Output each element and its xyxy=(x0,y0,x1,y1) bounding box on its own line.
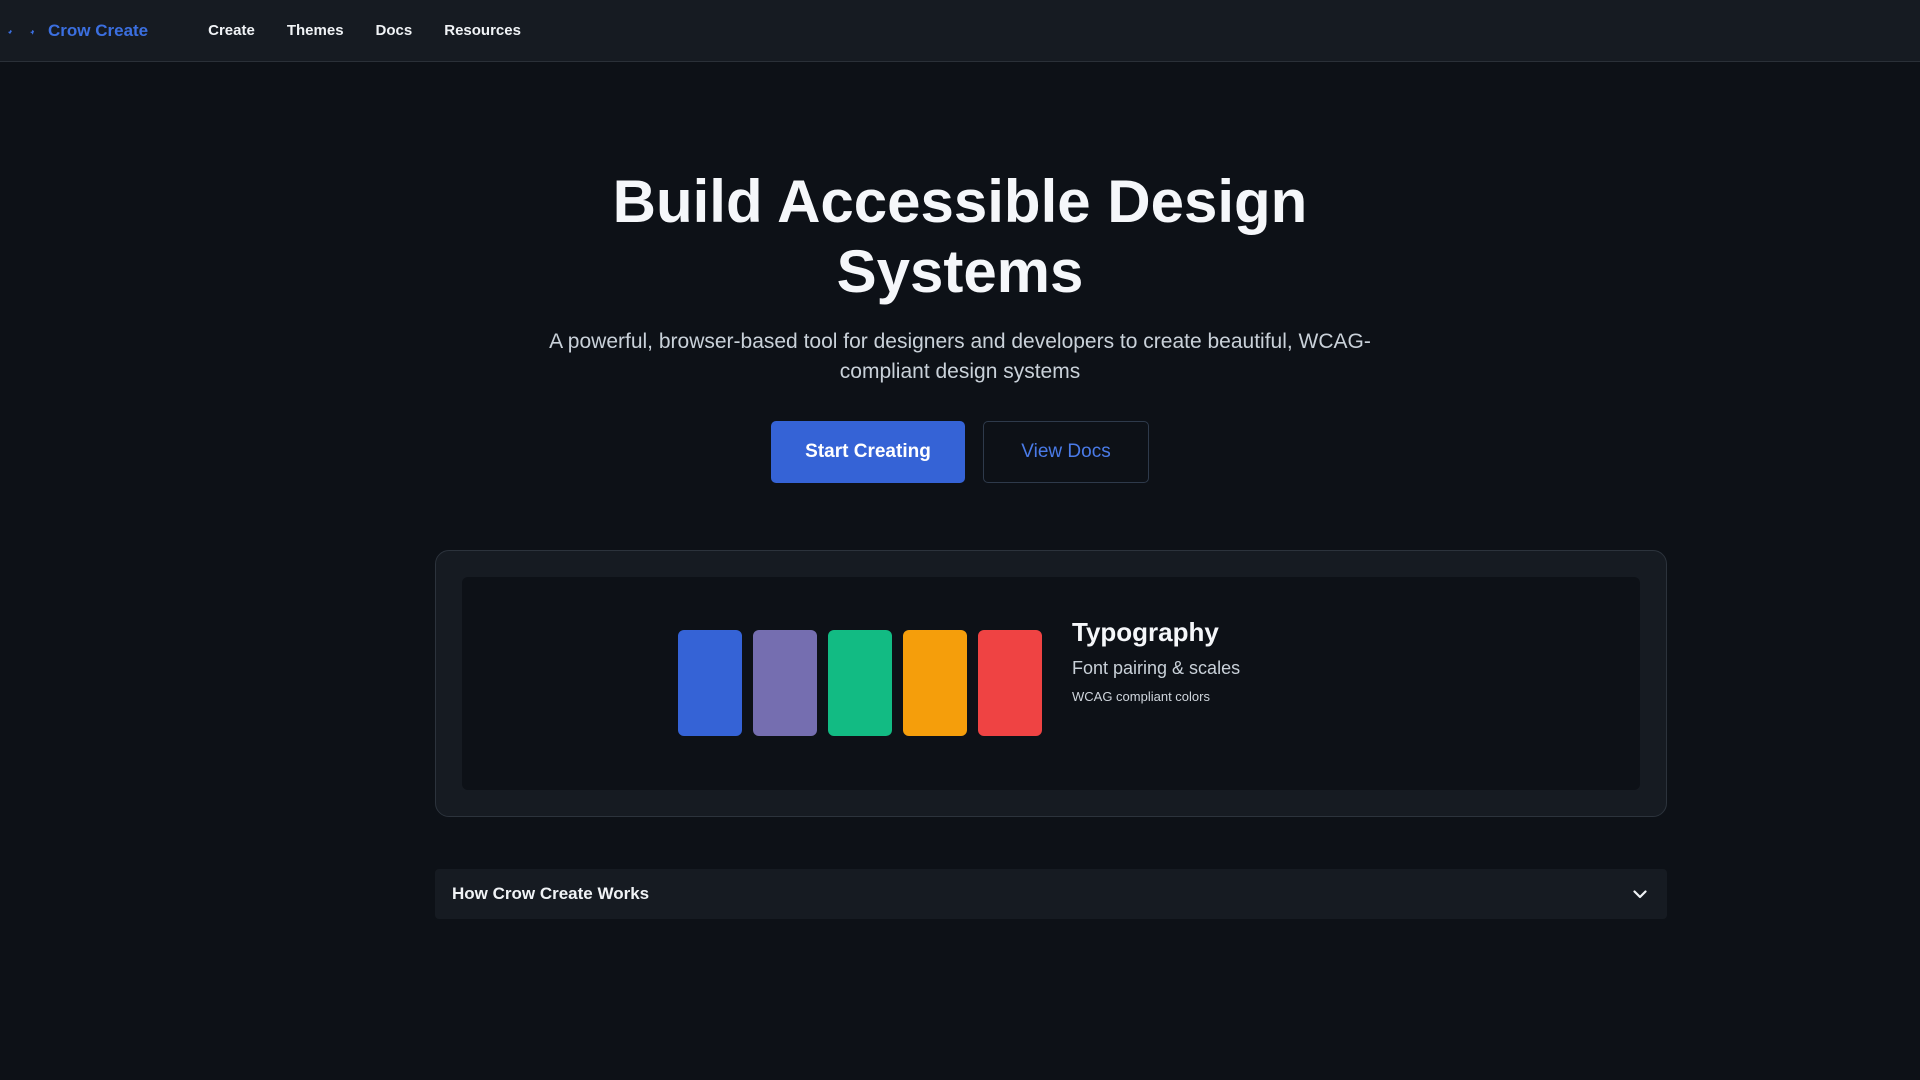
hero-title: Build Accessible Design Systems xyxy=(612,168,1308,305)
color-swatch-red xyxy=(978,630,1042,736)
chevron-down-icon xyxy=(1631,885,1649,903)
nav-item-docs[interactable]: Docs xyxy=(360,0,429,62)
typography-note: WCAG compliant colors xyxy=(1072,689,1210,704)
hero-section: Build Accessible Design Systems A powerf… xyxy=(0,62,1920,483)
hero-actions: Start Creating View Docs xyxy=(0,421,1920,483)
typography-subtitle: Font pairing & scales xyxy=(1072,658,1241,678)
color-swatch-blue xyxy=(678,630,742,736)
hero-subtitle: A powerful, browser-based tool for desig… xyxy=(549,330,1371,383)
nav-item-resources[interactable]: Resources xyxy=(428,0,537,62)
view-docs-button[interactable]: View Docs xyxy=(983,421,1149,483)
how-it-works-accordion[interactable]: How Crow Create Works xyxy=(435,869,1667,919)
design-preview-card: Typography Font pairing & scales WCAG co… xyxy=(435,550,1667,817)
nav-item-create[interactable]: Create xyxy=(192,0,271,62)
brand-link[interactable]: Crow Create xyxy=(4,20,148,42)
typography-sample: Typography Font pairing & scales WCAG co… xyxy=(1072,617,1240,704)
color-swatch-purple xyxy=(753,630,817,736)
main-nav: Create Themes Docs Resources xyxy=(192,0,537,62)
color-swatch-green xyxy=(828,630,892,736)
color-swatch-amber xyxy=(903,630,967,736)
typography-title: Typography xyxy=(1072,617,1219,647)
top-navbar: Crow Create Create Themes Docs Resources xyxy=(0,0,1920,62)
crow-logo-icon xyxy=(4,20,46,42)
color-swatches xyxy=(678,630,1042,736)
start-creating-button[interactable]: Start Creating xyxy=(771,421,965,483)
nav-item-themes[interactable]: Themes xyxy=(271,0,360,62)
brand-name: Crow Create xyxy=(48,20,149,40)
design-preview-panel: Typography Font pairing & scales WCAG co… xyxy=(462,577,1640,790)
accordion-label: How Crow Create Works xyxy=(452,884,650,903)
